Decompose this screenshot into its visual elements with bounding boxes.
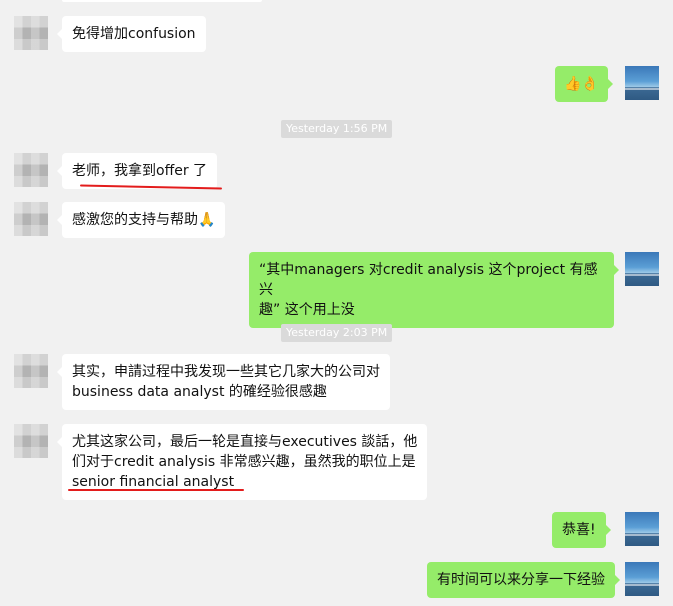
message-bubble-incoming[interactable]: 免得增加confusion	[57, 16, 206, 52]
message-text: 恭喜!	[562, 522, 596, 538]
timestamp: Yesterday 2:03 PM	[281, 324, 393, 342]
contact-avatar[interactable]	[14, 153, 48, 187]
red-underline-annotation	[68, 489, 244, 491]
my-avatar[interactable]	[625, 66, 659, 100]
my-avatar[interactable]	[625, 252, 659, 286]
message-text-line: “其中managers 对credit analysis 这个project 有…	[259, 262, 598, 298]
message-text-line: 尤其这家公司，最后一轮是直接与executives 談話，他	[72, 434, 418, 450]
message-text: 老师，我拿到offer 了	[72, 163, 208, 179]
message-text: 免得增加confusion	[72, 26, 196, 42]
contact-avatar[interactable]	[14, 354, 48, 388]
contact-avatar[interactable]	[14, 424, 48, 458]
message-bubble-outgoing[interactable]: 👍👌	[555, 66, 613, 102]
thumbs-up-ok-emoji: 👍👌	[564, 76, 599, 92]
message-bubble-outgoing[interactable]: “其中managers 对credit analysis 这个project 有…	[249, 252, 619, 328]
contact-avatar[interactable]	[14, 202, 48, 236]
message-text: 有时间可以来分享一下经验	[437, 572, 605, 588]
message-text-line: 其实，申請过程中我发现一些其它几家大的公司对	[72, 364, 380, 380]
message-bubble-incoming[interactable]: 其实，申請过程中我发现一些其它几家大的公司对 business data ana…	[57, 354, 390, 410]
timestamp: Yesterday 1:56 PM	[281, 120, 393, 138]
contact-avatar[interactable]	[14, 16, 48, 50]
my-avatar[interactable]	[625, 562, 659, 596]
message-bubble-incoming[interactable]: 老师，我拿到offer 了	[56, 153, 218, 189]
my-avatar[interactable]	[625, 512, 659, 546]
message-bubble-outgoing[interactable]: 有时间可以来分享一下经验	[427, 562, 620, 598]
previous-message-fragment	[62, 0, 262, 2]
message-bubble-incoming[interactable]: 感激您的支持与帮助🙏	[56, 202, 226, 238]
message-text: 感激您的支持与帮助🙏	[72, 212, 216, 228]
message-bubble-outgoing[interactable]: 恭喜!	[552, 512, 611, 548]
message-text-line: 趣” 这个用上没	[259, 302, 355, 318]
message-text-line: 们对于credit analysis 非常感兴趣，虽然我的职位上是	[72, 454, 416, 470]
message-text-line: business data analyst 的確经验很感趣	[72, 384, 327, 400]
